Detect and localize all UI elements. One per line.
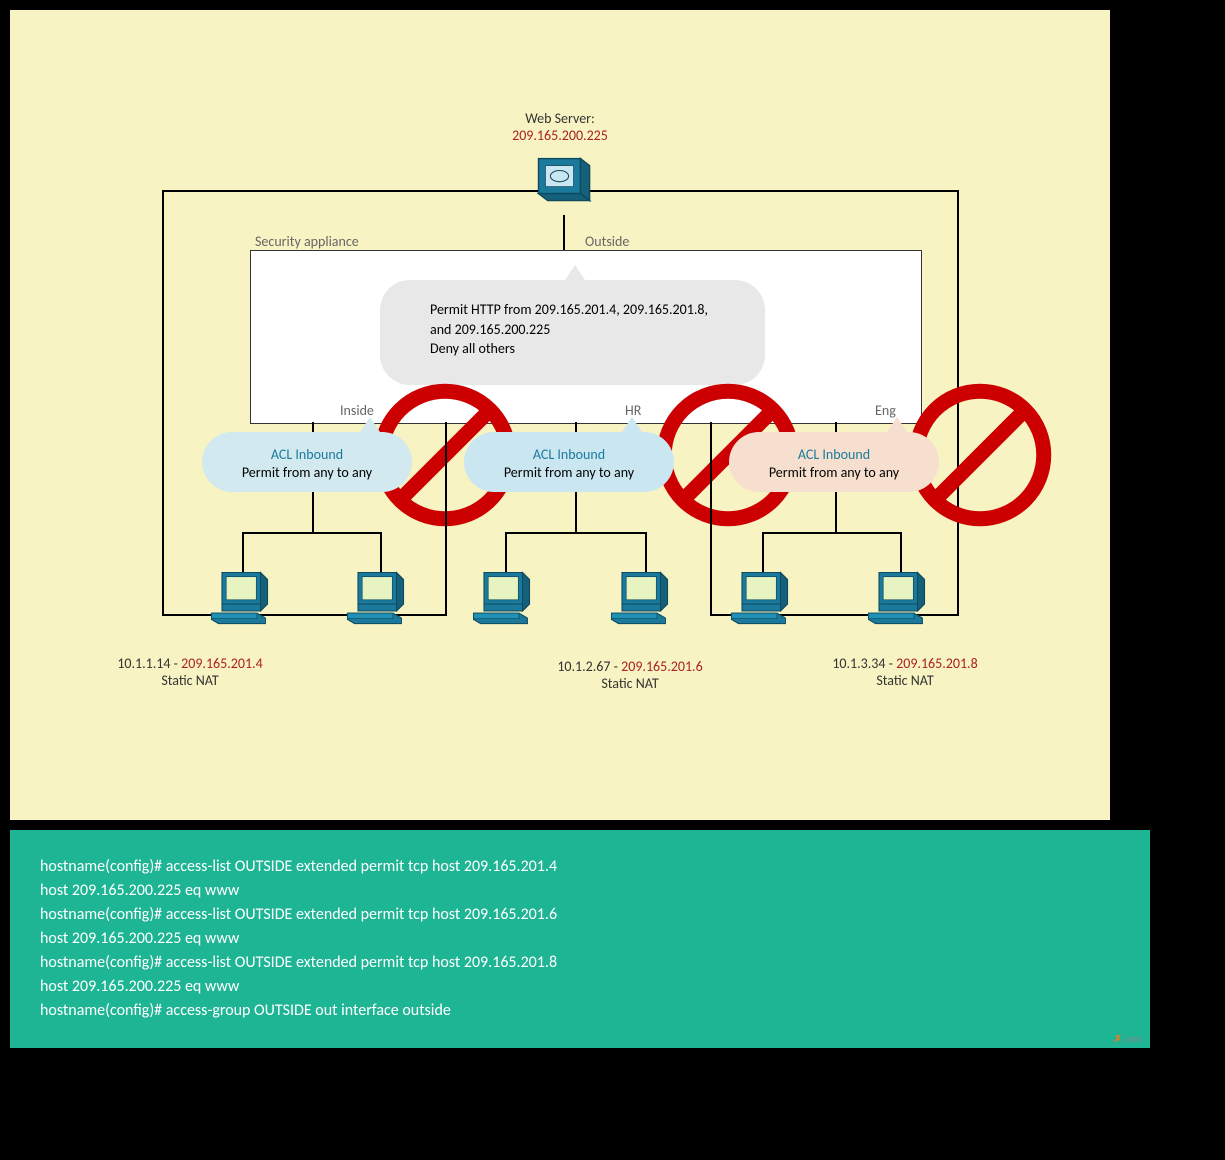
connector-line bbox=[762, 532, 902, 534]
security-appliance-label: Security appliance bbox=[255, 233, 359, 250]
config-output: hostname(config)# access-list OUTSIDE ex… bbox=[10, 830, 1150, 1048]
connector-line bbox=[645, 532, 647, 572]
acl-hr-callout: ACL Inbound Permit from any to any bbox=[464, 432, 674, 492]
computer-icon bbox=[208, 568, 278, 626]
connector-line bbox=[762, 532, 764, 572]
config-line: host 209.165.200.225 eq www bbox=[40, 975, 1120, 999]
deny-icon bbox=[830, 380, 866, 416]
host-1-label: 10.1.1.14 - 209.165.201.4 Static NAT bbox=[100, 655, 280, 689]
watermark: ✗.com bbox=[1114, 1031, 1142, 1046]
deny-icon bbox=[578, 380, 614, 416]
computer-icon bbox=[470, 568, 540, 626]
config-line: host 209.165.200.225 eq www bbox=[40, 927, 1120, 951]
config-line: hostname(config)# access-list OUTSIDE ex… bbox=[40, 903, 1120, 927]
connector-line bbox=[505, 532, 507, 572]
acl-eng-callout: ACL Inbound Permit from any to any bbox=[729, 432, 939, 492]
web-server-label: Web Server: 209.165.200.225 bbox=[10, 110, 1110, 144]
config-line: hostname(config)# access-list OUTSIDE ex… bbox=[40, 855, 1120, 879]
host-3-label: 10.1.3.34 - 209.165.201.8 Static NAT bbox=[815, 655, 995, 689]
computer-icon bbox=[728, 568, 798, 626]
connector-line bbox=[162, 190, 164, 616]
connector-line bbox=[242, 532, 382, 534]
connector-line bbox=[445, 422, 447, 532]
config-line: hostname(config)# access-list OUTSIDE ex… bbox=[40, 951, 1120, 975]
connector-line bbox=[710, 532, 712, 616]
permit-callout: Permit HTTP from 209.165.201.4, 209.165.… bbox=[380, 280, 765, 385]
computer-icon bbox=[608, 568, 678, 626]
connector-line bbox=[242, 532, 244, 572]
server-icon bbox=[528, 152, 598, 210]
deny-icon bbox=[295, 380, 331, 416]
host-2-label: 10.1.2.67 - 209.165.201.6 Static NAT bbox=[540, 658, 720, 692]
connector-line bbox=[563, 215, 565, 251]
connector-line bbox=[445, 532, 447, 616]
config-line: hostname(config)# access-group OUTSIDE o… bbox=[40, 999, 1120, 1023]
connector-line bbox=[380, 532, 382, 572]
acl-inside-callout: ACL Inbound Permit from any to any bbox=[202, 432, 412, 492]
config-line: host 209.165.200.225 eq www bbox=[40, 879, 1120, 903]
outside-label: Outside bbox=[585, 233, 629, 250]
connector-line bbox=[710, 422, 712, 532]
computer-icon bbox=[344, 568, 414, 626]
network-diagram: Web Server: 209.165.200.225 Security app… bbox=[10, 10, 1110, 820]
computer-icon bbox=[865, 568, 935, 626]
connector-line bbox=[900, 532, 902, 572]
connector-line bbox=[505, 532, 645, 534]
